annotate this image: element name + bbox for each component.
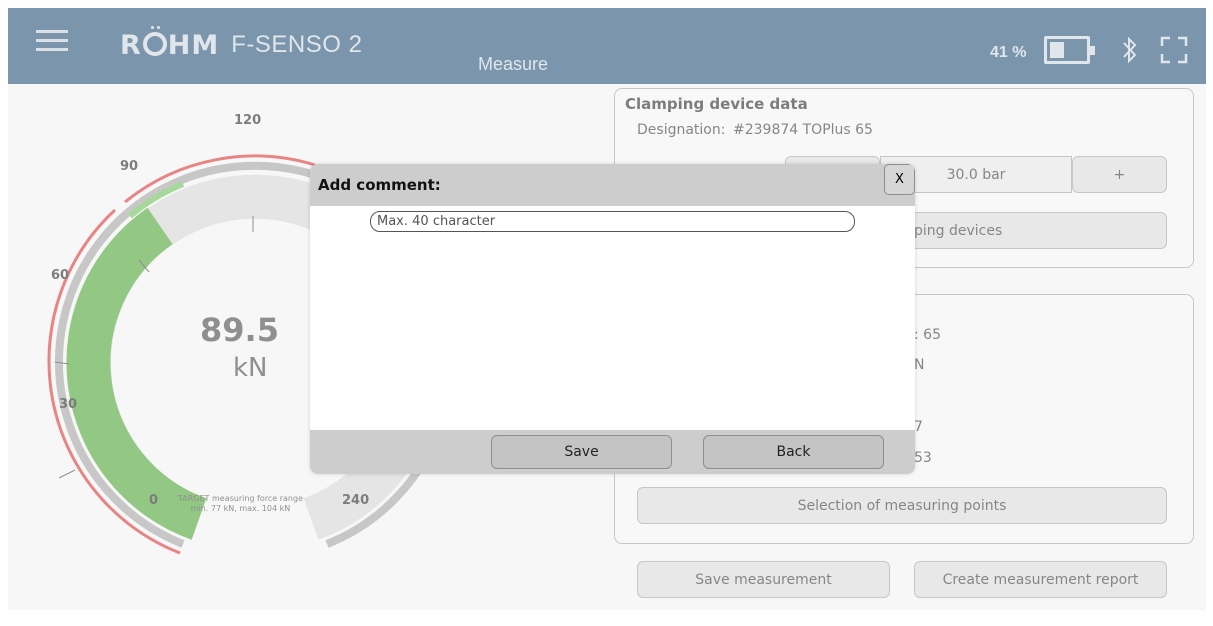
add-comment-dialog: Add comment: X Save Back [310, 164, 915, 474]
comment-input[interactable] [370, 211, 855, 232]
dialog-footer: Save Back [310, 430, 915, 474]
dialog-header: Add comment: X [310, 164, 915, 206]
close-button[interactable]: X [884, 164, 915, 195]
dialog-title: Add comment: [318, 176, 441, 194]
back-button[interactable]: Back [703, 435, 884, 469]
save-button[interactable]: Save [491, 435, 672, 469]
